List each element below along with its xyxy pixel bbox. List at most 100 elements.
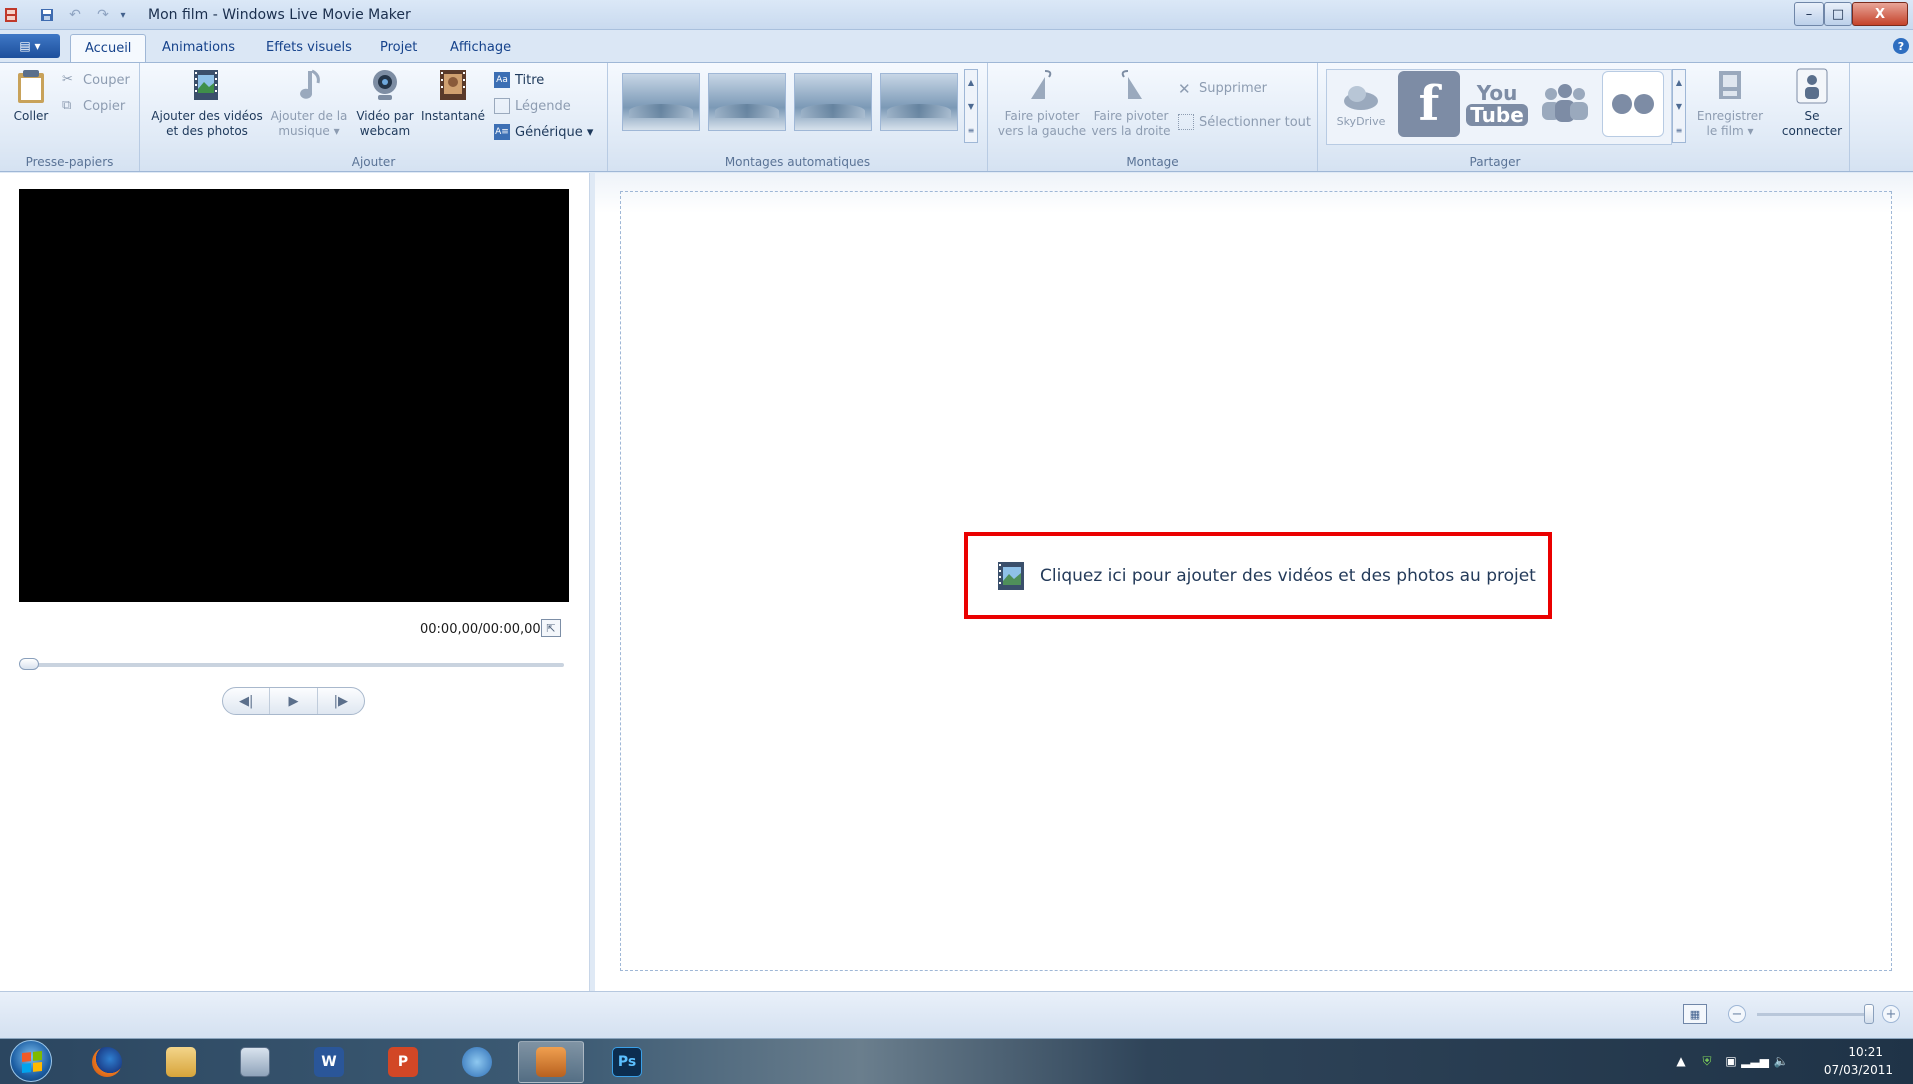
automovie-theme-4[interactable] bbox=[880, 73, 958, 131]
next-frame-button[interactable]: |▶ bbox=[318, 688, 364, 714]
fullscreen-icon[interactable]: ⇱ bbox=[541, 619, 561, 637]
previous-frame-icon: ◀| bbox=[238, 693, 254, 709]
taskbar-explorer[interactable] bbox=[148, 1041, 214, 1083]
people-group-icon bbox=[1542, 84, 1588, 122]
video-preview[interactable] bbox=[19, 189, 569, 602]
credits-icon: A≡ bbox=[494, 124, 510, 140]
network-icon[interactable]: ▣ bbox=[1723, 1053, 1739, 1069]
group-automovies: ▲ ▼ ≡ Montages automatiques bbox=[608, 63, 988, 171]
signal-icon[interactable]: ▂▃▅ bbox=[1741, 1053, 1769, 1069]
zoom-slider[interactable] bbox=[1757, 1013, 1873, 1016]
facebook-button[interactable]: f bbox=[1398, 71, 1460, 137]
youtube-you-text: You bbox=[1476, 81, 1518, 105]
taskbar-movie-maker[interactable] bbox=[518, 1041, 584, 1083]
share-gallery-scroll[interactable]: ▲ ▼ ≡ bbox=[1672, 69, 1686, 143]
app-menu-button[interactable]: ▤ ▾ bbox=[0, 34, 60, 58]
add-media-prompt[interactable]: Cliquez ici pour ajouter des vidéos et d… bbox=[964, 532, 1552, 619]
seek-bar[interactable] bbox=[21, 663, 564, 667]
select-all-button[interactable]: Sélectionner tout bbox=[1178, 111, 1311, 133]
youtube-button[interactable]: You Tube bbox=[1466, 71, 1528, 137]
caption-button[interactable]: Légende bbox=[494, 95, 571, 117]
windows-taskbar: W P Ps ▲ ⛨ ▣ ▂▃▅ 🔈 10:21 07/03/2011 bbox=[0, 1038, 1913, 1084]
status-bar: ▦ − + bbox=[0, 991, 1913, 1038]
skydrive-button[interactable]: SkyDrive bbox=[1330, 71, 1392, 137]
zoom-thumb[interactable] bbox=[1864, 1004, 1874, 1024]
storyboard-view-icon[interactable]: ▦ bbox=[1683, 1004, 1707, 1024]
word-icon: W bbox=[314, 1047, 344, 1077]
select-all-icon bbox=[1178, 114, 1194, 130]
previous-frame-button[interactable]: ◀| bbox=[223, 688, 271, 714]
facebook-icon: f bbox=[1418, 76, 1440, 132]
taskbar-photoshop[interactable]: Ps bbox=[594, 1041, 660, 1083]
volume-icon[interactable]: 🔈 bbox=[1773, 1053, 1789, 1069]
taskbar-messenger[interactable] bbox=[444, 1041, 510, 1083]
tab-affichage[interactable]: Affichage bbox=[436, 34, 525, 62]
taskbar-firefox[interactable] bbox=[74, 1041, 140, 1083]
share-scroll-up-icon[interactable]: ▲ bbox=[1676, 78, 1682, 87]
app-icon[interactable] bbox=[0, 5, 22, 25]
add-media-button[interactable]: Ajouter des vidéos et des photos bbox=[148, 67, 266, 139]
security-shield-icon[interactable]: ⛨ bbox=[1699, 1053, 1715, 1069]
clock-date[interactable]: 07/03/2011 bbox=[1824, 1063, 1893, 1077]
tab-projet[interactable]: Projet bbox=[366, 34, 431, 62]
expand-gallery-icon[interactable]: ≡ bbox=[968, 126, 975, 135]
copy-button[interactable]: ⧉ Copier bbox=[62, 95, 125, 117]
preview-pane: 00:00,00/00:00,00 ⇱ ◀| ▶ |▶ bbox=[0, 173, 590, 991]
redo-icon[interactable]: ↷ bbox=[92, 5, 114, 25]
start-button[interactable] bbox=[10, 1040, 52, 1082]
music-note-icon bbox=[300, 69, 320, 99]
show-hidden-icons-icon[interactable]: ▲ bbox=[1673, 1053, 1689, 1069]
caption-icon bbox=[494, 98, 510, 114]
automovie-theme-1[interactable] bbox=[622, 73, 700, 131]
credits-button[interactable]: A≡ Générique ▾ bbox=[494, 121, 593, 143]
taskbar-word[interactable]: W bbox=[296, 1041, 362, 1083]
group-label-automovies: Montages automatiques bbox=[724, 155, 871, 169]
seek-thumb[interactable] bbox=[19, 658, 39, 670]
webcam-video-button[interactable]: Vidéo par webcam bbox=[352, 67, 418, 139]
copy-icon: ⧉ bbox=[62, 98, 72, 113]
snapshot-button[interactable]: Instantané bbox=[418, 67, 488, 124]
help-icon[interactable]: ? bbox=[1893, 38, 1909, 54]
play-button[interactable]: ▶ bbox=[270, 688, 318, 714]
flickr-button[interactable] bbox=[1602, 71, 1664, 137]
taskbar-powerpoint[interactable]: P bbox=[370, 1041, 436, 1083]
paste-button[interactable]: Coller bbox=[8, 67, 54, 124]
save-icon[interactable] bbox=[36, 5, 58, 25]
rotate-left-icon bbox=[1031, 70, 1052, 99]
ribbon: Coller ✂ Couper ⧉ Copier Presse-papiers … bbox=[0, 62, 1913, 172]
share-scroll-down-icon[interactable]: ▼ bbox=[1676, 102, 1682, 111]
clock-time[interactable]: 10:21 bbox=[1848, 1045, 1883, 1059]
next-frame-icon: |▶ bbox=[333, 693, 349, 709]
title-button[interactable]: Aa Titre bbox=[494, 69, 544, 91]
automovie-theme-3[interactable] bbox=[794, 73, 872, 131]
youtube-tube-text: Tube bbox=[1466, 104, 1528, 126]
tab-accueil[interactable]: Accueil bbox=[70, 34, 147, 62]
share-expand-icon[interactable]: ≡ bbox=[1676, 126, 1683, 135]
rotate-right-button[interactable]: Faire pivoter vers la droite bbox=[1088, 67, 1174, 139]
movie-maker-icon bbox=[536, 1047, 566, 1077]
scroll-down-icon[interactable]: ▼ bbox=[968, 102, 974, 111]
maximize-button[interactable]: □ bbox=[1824, 2, 1852, 26]
group-share: SkyDrive f You Tube ▲ ▼ ≡ Enregistrer le… bbox=[1318, 63, 1850, 171]
cut-button[interactable]: ✂ Couper bbox=[62, 69, 130, 91]
groups-button[interactable] bbox=[1534, 71, 1596, 137]
tab-effets-visuels[interactable]: Effets visuels bbox=[252, 34, 366, 62]
rotate-left-button[interactable]: Faire pivoter vers la gauche bbox=[994, 67, 1090, 139]
taskbar-calculator[interactable] bbox=[222, 1041, 288, 1083]
automovie-gallery-scroll[interactable]: ▲ ▼ ≡ bbox=[964, 69, 978, 143]
automovie-theme-2[interactable] bbox=[708, 73, 786, 131]
sign-in-button[interactable]: Se connecter bbox=[1774, 67, 1850, 139]
undo-icon[interactable]: ↶ bbox=[64, 5, 86, 25]
save-movie-button[interactable]: Enregistrer le film ▾ bbox=[1688, 67, 1772, 139]
close-button[interactable]: X bbox=[1852, 2, 1908, 26]
add-music-button[interactable]: Ajouter de la musique ▾ bbox=[266, 67, 352, 139]
calculator-icon bbox=[240, 1047, 270, 1077]
scroll-up-icon[interactable]: ▲ bbox=[968, 78, 974, 87]
group-label-add: Ajouter bbox=[351, 155, 396, 169]
zoom-in-icon[interactable]: + bbox=[1882, 1005, 1900, 1023]
zoom-out-icon[interactable]: − bbox=[1728, 1005, 1746, 1023]
tab-animations[interactable]: Animations bbox=[148, 34, 249, 62]
delete-button[interactable]: ✕ Supprimer bbox=[1178, 77, 1267, 99]
minimize-button[interactable]: – bbox=[1794, 2, 1824, 26]
customize-icon[interactable]: ▾ bbox=[112, 5, 134, 25]
